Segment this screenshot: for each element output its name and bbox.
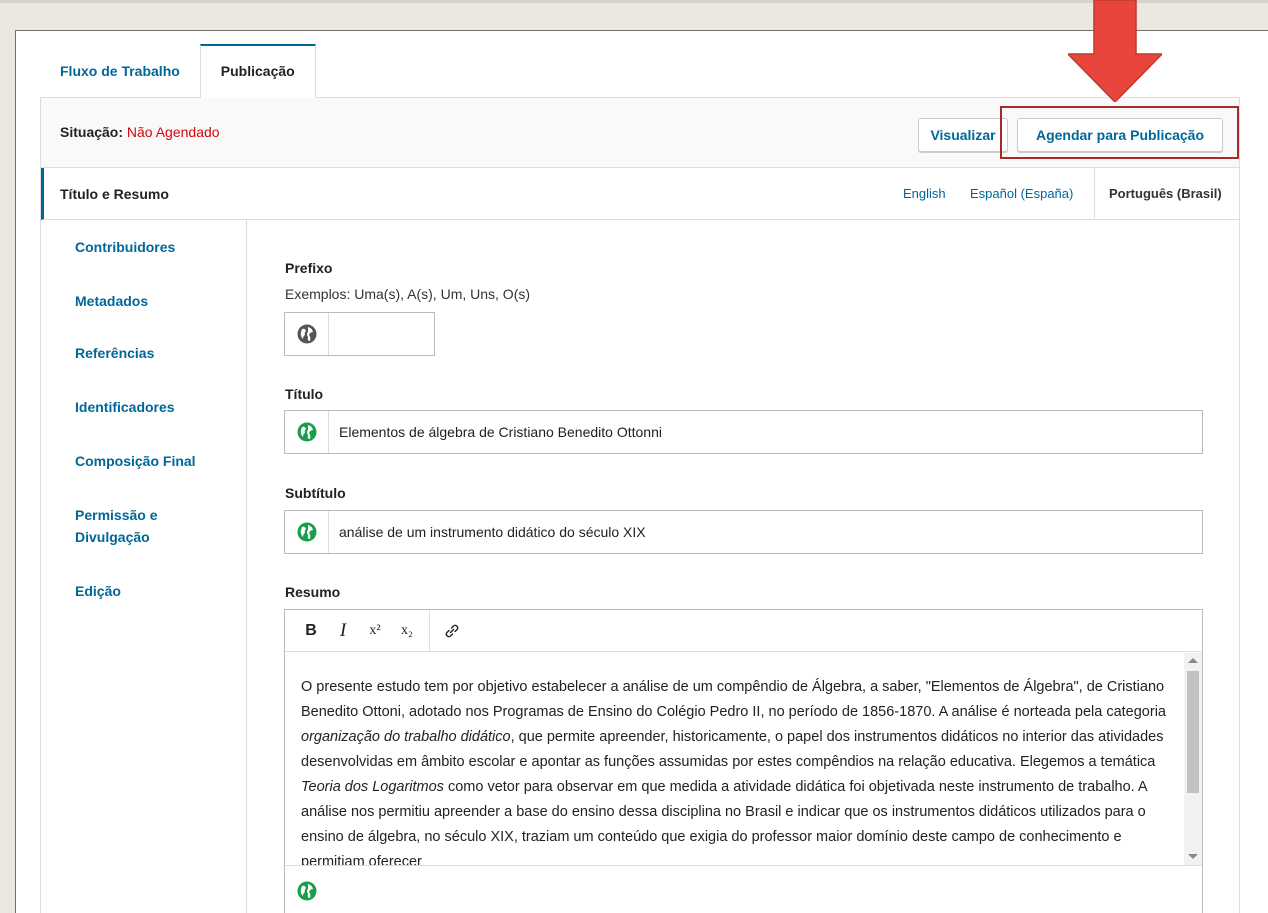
subtitle-locale-toggle[interactable] xyxy=(285,511,329,553)
status-label: Situação: Não Agendado xyxy=(60,124,220,140)
preview-button[interactable]: Visualizar xyxy=(918,118,1008,152)
subscript-button[interactable]: x₂ xyxy=(391,615,423,647)
prefix-label: Prefixo xyxy=(285,260,333,276)
status-value: Não Agendado xyxy=(126,124,220,140)
abstract-content[interactable]: O presente estudo tem por objetivo estab… xyxy=(285,653,1202,865)
scroll-down-arrow[interactable] xyxy=(1188,854,1198,859)
sidebar-item-permission-line1: Permissão e xyxy=(75,507,158,523)
prefix-input-wrap xyxy=(284,312,435,356)
locale-portuguese[interactable]: Português (Brasil) xyxy=(1094,168,1222,220)
editor-footer xyxy=(285,865,1202,913)
sidebar-item-permission[interactable]: Permissão e Divulgação xyxy=(41,504,247,548)
scroll-thumb[interactable] xyxy=(1187,671,1199,793)
abstract-editor: B I x² x₂ O presente estudo tem por obje… xyxy=(284,609,1203,913)
bold-button[interactable]: B xyxy=(295,615,327,647)
abstract-scrollbar[interactable] xyxy=(1184,653,1202,865)
sidebar-item-permission-line2: Divulgação xyxy=(75,529,150,545)
subtitle-input[interactable]: análise de um instrumento didático do sé… xyxy=(329,511,1202,553)
sidebar-item-metadata[interactable]: Metadados xyxy=(41,290,247,312)
abstract-label: Resumo xyxy=(285,584,341,600)
sidebar-item-title-abstract[interactable]: Título e Resumo xyxy=(41,168,248,220)
locale-english[interactable]: English xyxy=(903,168,946,220)
globe-icon[interactable] xyxy=(297,881,317,901)
prefix-input[interactable] xyxy=(329,313,434,355)
globe-icon xyxy=(297,324,316,344)
globe-icon xyxy=(297,422,316,442)
locale-switcher: English Español (España) Português (Bras… xyxy=(247,168,1240,220)
annotation-arrow-icon xyxy=(1068,0,1162,102)
toolbar-separator xyxy=(429,609,430,652)
abstract-text-italic: organização do trabalho didático xyxy=(301,729,511,745)
prefix-locale-toggle[interactable] xyxy=(285,313,329,355)
title-label: Título xyxy=(285,386,324,402)
sidebar-item-identifiers[interactable]: Identificadores xyxy=(41,396,247,418)
prefix-description: Exemplos: Uma(s), A(s), Um, Uns, O(s) xyxy=(285,286,531,302)
sidebar-item-contributors[interactable]: Contribuidores xyxy=(41,236,247,258)
abstract-text-italic: Teoria dos Logaritmos xyxy=(301,779,444,795)
link-icon xyxy=(445,624,459,637)
schedule-publication-button[interactable]: Agendar para Publicação xyxy=(1017,118,1223,152)
sidebar-item-edition[interactable]: Edição xyxy=(41,580,247,602)
status-bar: Situação: Não Agendado Visualizar Agenda… xyxy=(41,98,1239,168)
locale-spanish[interactable]: Español (España) xyxy=(970,168,1073,220)
sidebar-item-final-composition[interactable]: Composição Final xyxy=(41,450,247,472)
status-label-text: Situação: xyxy=(60,124,124,140)
sidebar-item-references[interactable]: Referências xyxy=(41,342,247,364)
globe-icon xyxy=(297,522,316,542)
sidebar-nav: Título e Resumo Contribuidores Metadados… xyxy=(41,168,248,913)
tab-workflow[interactable]: Fluxo de Trabalho xyxy=(40,44,200,98)
scroll-up-arrow[interactable] xyxy=(1188,658,1198,663)
editor-toolbar: B I x² x₂ xyxy=(285,609,1202,652)
abstract-text: O presente estudo tem por objetivo estab… xyxy=(301,679,1166,720)
italic-button[interactable]: I xyxy=(327,615,359,647)
title-input[interactable]: Elementos de álgebra de Cristiano Benedi… xyxy=(329,411,1202,453)
link-button[interactable] xyxy=(436,615,468,647)
title-input-wrap: Elementos de álgebra de Cristiano Benedi… xyxy=(284,410,1203,454)
subtitle-input-wrap: análise de um instrumento didático do sé… xyxy=(284,510,1203,554)
title-locale-toggle[interactable] xyxy=(285,411,329,453)
workflow-tabs: Fluxo de Trabalho Publicação xyxy=(40,44,316,98)
superscript-button[interactable]: x² xyxy=(359,615,391,647)
tab-publication[interactable]: Publicação xyxy=(199,44,316,98)
subtitle-label: Subtítulo xyxy=(285,485,346,501)
